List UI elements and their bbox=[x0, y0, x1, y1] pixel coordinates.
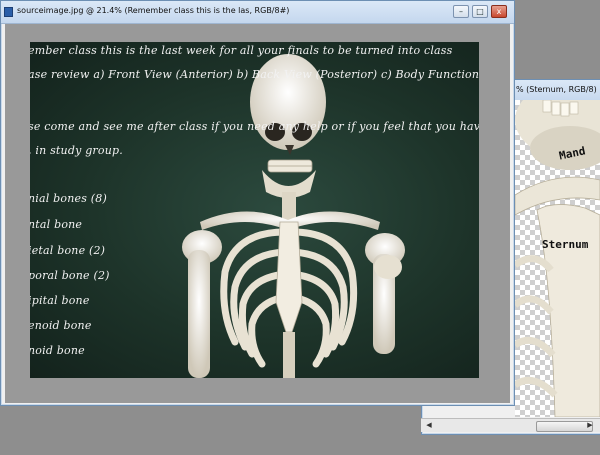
bone-list-item: noid bone bbox=[30, 344, 85, 357]
bone-list-item: ntal bone bbox=[30, 218, 83, 231]
bone-list-item: ietal bone (2) bbox=[30, 244, 106, 257]
scroll-left-icon[interactable]: ◀ bbox=[423, 420, 435, 431]
chalk-line-4: , in study group. bbox=[30, 144, 123, 157]
sternum-image: Mand Sternum bbox=[515, 100, 600, 417]
bone-list-item: enoid bone bbox=[30, 319, 92, 332]
skeleton-illustration bbox=[182, 54, 405, 378]
bone-list-item: nial bones (8) bbox=[30, 192, 107, 205]
chalk-line-1: ember class this is the last week for al… bbox=[30, 44, 453, 57]
horizontal-scrollbar[interactable]: ◀ ▶ bbox=[421, 418, 600, 432]
sternum-illustration bbox=[515, 100, 600, 417]
bone-list-item: ipital bone bbox=[30, 294, 90, 307]
chalk-line-3: se come and see me after class if you ne… bbox=[30, 120, 479, 133]
close-button[interactable]: x bbox=[491, 5, 507, 18]
minimize-button[interactable]: – bbox=[453, 5, 469, 18]
sternum-label: Sternum bbox=[542, 238, 589, 251]
main-window-title: sourceimage.jpg @ 21.4% (Remember class … bbox=[17, 6, 290, 15]
secondary-window-title: % (Sternum, RGB/8) bbox=[516, 85, 597, 94]
maximize-button[interactable]: □ bbox=[472, 5, 488, 18]
photoshop-document-icon bbox=[4, 7, 13, 17]
main-title-bar[interactable]: sourceimage.jpg @ 21.4% (Remember class … bbox=[1, 1, 514, 24]
bone-list-item: poral bone (2) bbox=[30, 269, 110, 282]
scroll-right-icon[interactable]: ▶ bbox=[584, 420, 596, 431]
skeleton-photo[interactable]: ember class this is the last week for al… bbox=[30, 42, 479, 378]
chalk-line-2: ase review a) Front View (Anterior) b) B… bbox=[30, 68, 479, 81]
